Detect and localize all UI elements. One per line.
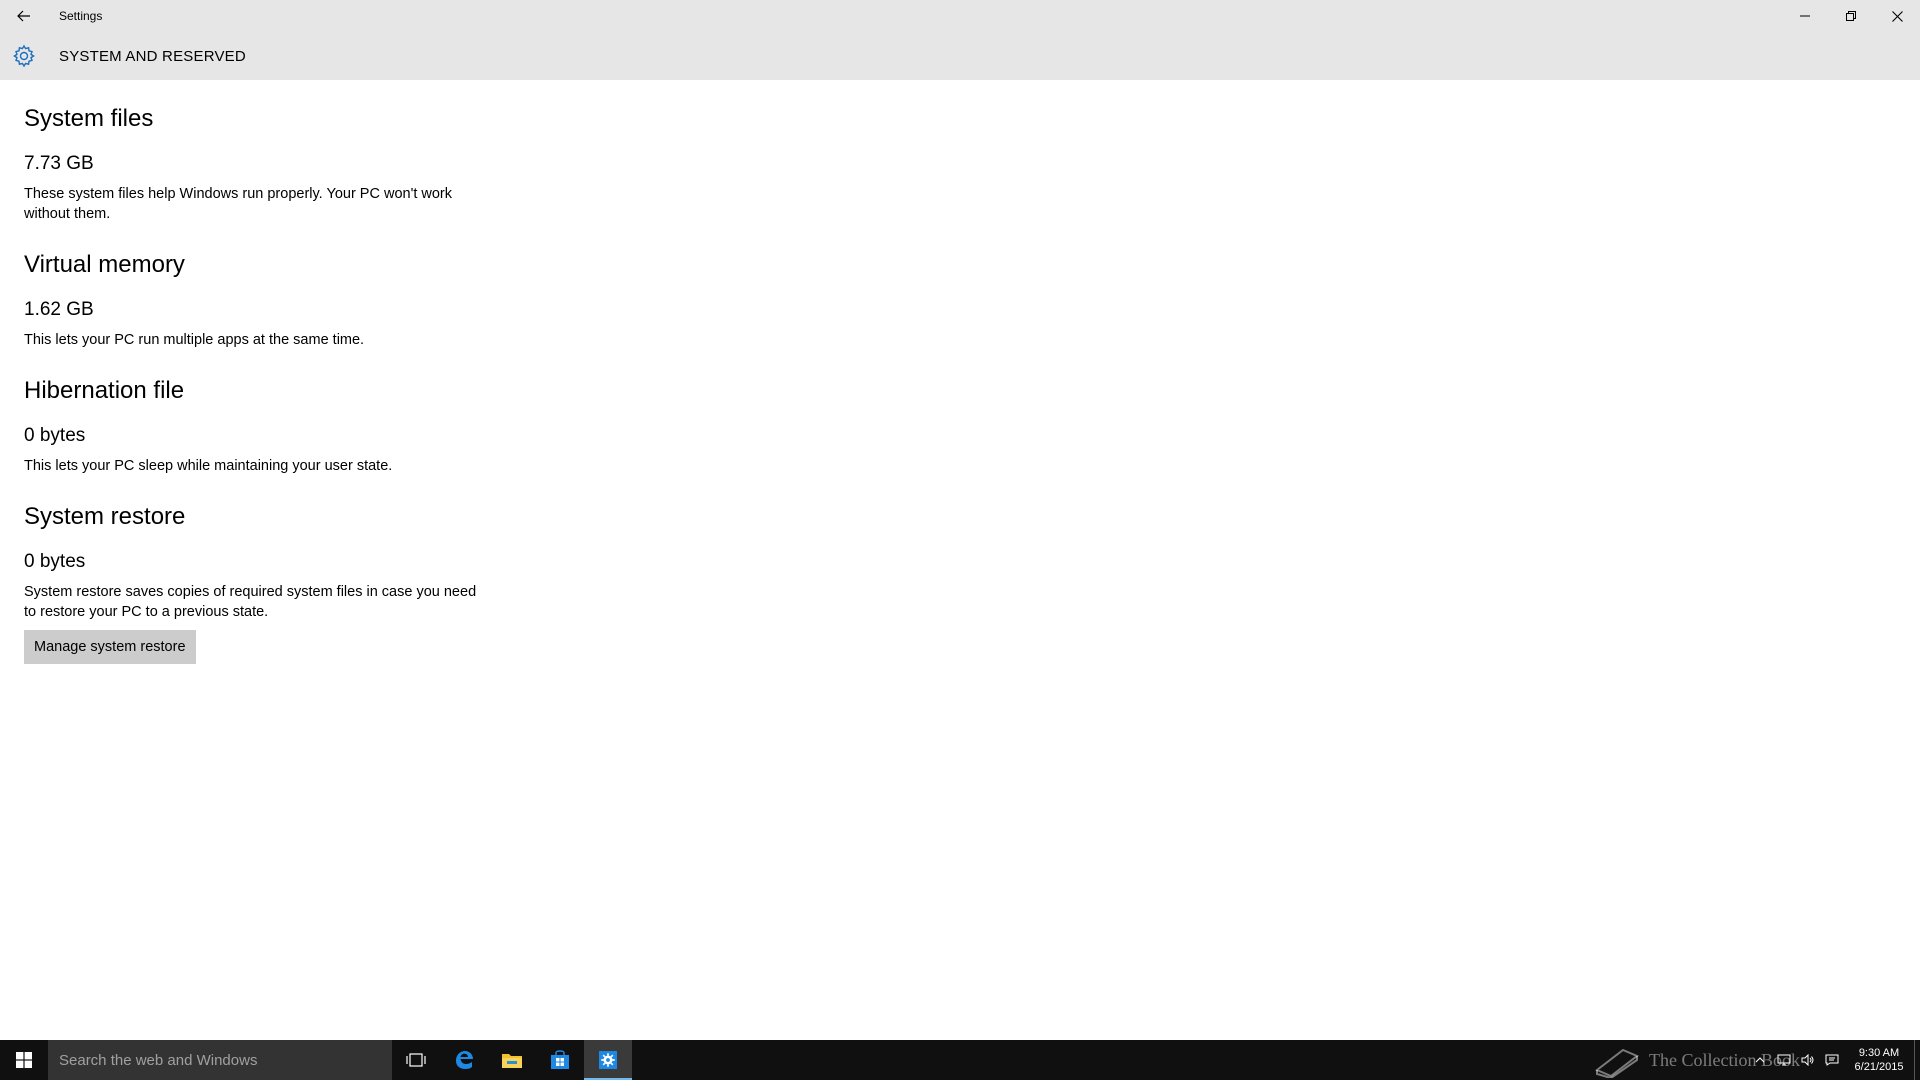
network-icon	[1777, 1054, 1791, 1066]
start-button[interactable]	[0, 1040, 48, 1080]
edge-button[interactable]	[440, 1040, 488, 1080]
page-title: SYSTEM AND RESERVED	[59, 47, 246, 65]
window-title: Settings	[59, 9, 103, 23]
file-explorer-button[interactable]	[488, 1040, 536, 1080]
size-value: 1.62 GB	[24, 299, 94, 320]
show-hidden-icons-button[interactable]	[1748, 1040, 1772, 1080]
section-system-files: System files 7.73 GB These system files …	[24, 104, 484, 226]
close-icon	[1891, 10, 1903, 22]
section-title: Hibernation file	[24, 377, 185, 404]
store-button[interactable]	[536, 1040, 584, 1080]
notifications-button[interactable]	[1820, 1040, 1844, 1080]
title-bar: Settings	[0, 0, 1920, 32]
taskbar: Search the web and Windows The Collectio…	[0, 1040, 1920, 1080]
section-description: These system files help Windows run prop…	[24, 186, 453, 222]
section-description: This lets your PC sleep while maintainin…	[24, 458, 393, 474]
section-title: System restore	[24, 503, 186, 530]
back-button[interactable]	[0, 0, 48, 32]
section-description: This lets your PC run multiple apps at t…	[24, 332, 365, 348]
gear-icon	[13, 44, 35, 68]
section-title: System files	[24, 105, 154, 132]
size-value: 7.73 GB	[24, 153, 94, 174]
restore-button[interactable]	[1828, 0, 1874, 32]
settings-app-button[interactable]	[584, 1040, 632, 1080]
volume-button[interactable]	[1796, 1040, 1820, 1080]
action-center-icon	[1825, 1054, 1839, 1066]
section-virtual-memory: Virtual memory 1.62 GB This lets your PC…	[24, 250, 484, 352]
system-tray: 9:30 AM 6/21/2015	[1748, 1040, 1920, 1080]
minimize-button[interactable]	[1782, 0, 1828, 32]
section-description: System restore saves copies of required …	[24, 584, 477, 620]
section-system-restore: System restore 0 bytes System restore sa…	[24, 502, 484, 666]
chevron-up-icon	[1755, 1057, 1765, 1063]
restore-icon	[1846, 11, 1856, 21]
book-icon	[1595, 1048, 1639, 1078]
search-placeholder: Search the web and Windows	[59, 1051, 258, 1069]
section-hibernation-file: Hibernation file 0 bytes This lets your …	[24, 376, 484, 478]
task-view-button[interactable]	[392, 1040, 440, 1080]
close-button[interactable]	[1874, 0, 1920, 32]
task-view-icon	[406, 1053, 426, 1067]
clock-date: 6/21/2015	[1854, 1061, 1904, 1073]
header-gear	[0, 32, 48, 80]
clock[interactable]: 9:30 AM 6/21/2015	[1844, 1040, 1914, 1080]
taskbar-apps	[392, 1040, 632, 1080]
back-arrow-icon	[17, 10, 30, 22]
page-header: SYSTEM AND RESERVED	[0, 32, 1920, 80]
clock-time: 9:30 AM	[1858, 1047, 1900, 1059]
show-desktop-button[interactable]	[1914, 1040, 1920, 1080]
windows-logo-icon	[16, 1052, 32, 1068]
minimize-icon	[1800, 15, 1810, 17]
size-value: 0 bytes	[24, 551, 86, 572]
main-content: System files 7.73 GB These system files …	[24, 80, 484, 666]
folder-icon	[502, 1054, 522, 1068]
section-title: Virtual memory	[24, 251, 185, 278]
edge-icon	[456, 1051, 473, 1069]
speaker-icon	[1801, 1054, 1814, 1066]
gear-icon	[599, 1051, 617, 1069]
manage-system-restore-button[interactable]: Manage system restore	[24, 630, 196, 664]
window-controls	[1782, 0, 1920, 32]
store-icon	[551, 1050, 569, 1069]
size-value: 0 bytes	[24, 425, 86, 446]
network-button[interactable]	[1772, 1040, 1796, 1080]
search-input[interactable]: Search the web and Windows	[48, 1040, 392, 1080]
